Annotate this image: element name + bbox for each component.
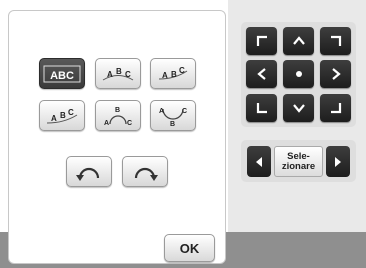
move-down-right-button[interactable] — [320, 94, 351, 122]
direction-pad — [241, 22, 356, 127]
svg-text:A: A — [51, 114, 57, 123]
move-up-left-button[interactable] — [246, 27, 277, 55]
svg-text:A: A — [107, 70, 113, 79]
select-next-button[interactable] — [326, 146, 350, 177]
svg-text:C: C — [182, 108, 187, 115]
select-label: Sele- zionare — [274, 146, 323, 177]
text-layout-panel — [8, 10, 226, 264]
move-down-button[interactable] — [283, 94, 314, 122]
svg-text:B: B — [170, 121, 175, 128]
svg-text:A: A — [104, 120, 109, 127]
rotate-counterclockwise-icon — [76, 167, 100, 181]
down-icon — [292, 104, 305, 113]
move-up-button[interactable] — [283, 27, 314, 55]
move-down-left-button[interactable] — [246, 94, 277, 122]
text-layout-straight-button[interactable]: ABC — [39, 58, 85, 89]
move-center-button[interactable] — [283, 60, 314, 88]
text-arc-tilted-icon: A B C — [158, 66, 188, 80]
move-up-right-button[interactable] — [320, 27, 351, 55]
ok-button[interactable]: OK — [164, 234, 215, 262]
right-icon — [331, 68, 341, 80]
selector-control: Sele- zionare — [241, 140, 356, 182]
select-previous-button[interactable] — [247, 146, 271, 177]
svg-text:B: B — [116, 67, 122, 76]
svg-text:C: C — [68, 108, 74, 117]
text-circle-top-icon: A B C — [104, 107, 132, 127]
svg-text:C: C — [127, 120, 132, 127]
svg-text:B: B — [115, 107, 120, 114]
svg-text:A: A — [162, 71, 168, 80]
text-layout-sample: ABC — [50, 70, 74, 82]
text-layout-circle-bottom-button[interactable]: A B C — [150, 100, 196, 131]
center-icon — [295, 71, 302, 77]
svg-text:C: C — [179, 66, 185, 75]
embroidery-edit-screen: ABC A B C A B C A B C A B C A B C OK Sel… — [0, 0, 366, 268]
left-icon — [256, 68, 266, 80]
move-left-button[interactable] — [246, 60, 277, 88]
up-right-icon — [330, 35, 341, 46]
down-right-icon — [330, 103, 341, 114]
up-left-icon — [256, 35, 267, 46]
text-layout-arc-up-button[interactable]: A B C — [95, 58, 141, 89]
move-right-button[interactable] — [320, 60, 351, 88]
text-layout-circle-top-button[interactable]: A B C — [95, 100, 141, 131]
text-layout-arc-tilted-button[interactable]: A B C — [150, 58, 196, 89]
rotate-clockwise-icon — [134, 167, 158, 181]
text-arc-down-icon: A B C — [46, 108, 78, 123]
rotate-counterclockwise-button[interactable] — [66, 156, 112, 187]
svg-text:B: B — [171, 70, 177, 79]
svg-text:A: A — [159, 108, 164, 115]
triangle-left-icon — [256, 156, 262, 167]
rotate-clockwise-button[interactable] — [122, 156, 168, 187]
text-circle-bottom-icon: A B C — [159, 108, 187, 128]
down-left-icon — [256, 103, 267, 114]
text-arc-up-icon: A B C — [102, 67, 134, 80]
up-icon — [292, 36, 305, 45]
text-straight-icon: ABC — [43, 65, 81, 82]
svg-text:C: C — [125, 70, 131, 79]
text-layout-arc-down-button[interactable]: A B C — [39, 100, 85, 131]
svg-text:B: B — [60, 111, 66, 120]
triangle-right-icon — [335, 156, 341, 167]
